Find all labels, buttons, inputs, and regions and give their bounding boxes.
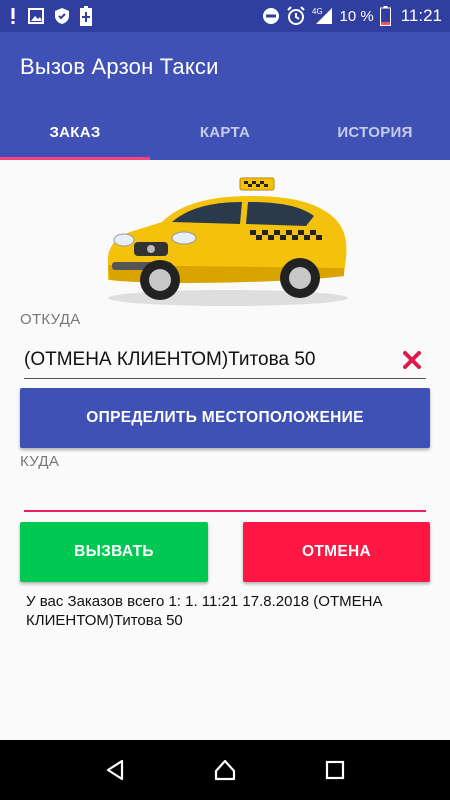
navigation-bar [0,740,450,800]
close-icon[interactable] [398,346,426,374]
cancel-button[interactable]: ОТМЕНА [243,522,430,582]
locate-button[interactable]: ОПРЕДЕЛИТЬ МЕСТОПОЛОЖЕНИЕ [20,388,430,448]
svg-text:4G: 4G [312,7,323,16]
alert-icon [8,7,18,25]
call-button[interactable]: ВЫЗВАТЬ [20,522,208,582]
back-icon[interactable] [95,750,135,790]
tab-history[interactable]: ИСТОРИЯ [300,104,450,160]
tab-order[interactable]: ЗАКАЗ [0,104,150,160]
image-icon [28,8,44,24]
dnd-icon [262,7,280,25]
from-label: ОТКУДА [20,311,81,328]
orders-summary: У вас Заказов всего 1: 1. 11:21 17.8.201… [26,593,383,629]
home-icon[interactable] [205,750,245,790]
from-input-value[interactable]: (ОТМЕНА КЛИЕНТОМ)Титова 50 [24,349,398,371]
app-title: Вызов Арзон Такси [20,54,219,79]
status-time: 11:21 [400,6,442,25]
tab-bar: ЗАКАЗ КАРТА ИСТОРИЯ [0,104,450,160]
tab-map[interactable]: КАРТА [150,104,300,160]
signal-icon: 4G [312,6,334,26]
status-bar: 4G 10 % 11:21 [0,0,450,32]
taxi-car-image [107,177,348,306]
app-bar: Вызов Арзон Такси ЗАКАЗ КАРТА ИСТОРИЯ [0,32,450,160]
battery-plus-icon [80,6,92,26]
to-input-underline [24,510,426,512]
shield-icon [54,7,70,25]
battery-icon [379,6,391,26]
alarm-icon [286,6,306,26]
notification-icons [8,6,92,26]
battery-percent: 10 % [339,7,374,25]
to-input[interactable] [24,482,426,508]
to-label: КУДА [20,453,60,470]
from-input[interactable]: (ОТМЕНА КЛИЕНТОМ)Титова 50 [24,346,426,374]
from-input-underline [24,378,426,379]
recents-icon[interactable] [315,750,355,790]
